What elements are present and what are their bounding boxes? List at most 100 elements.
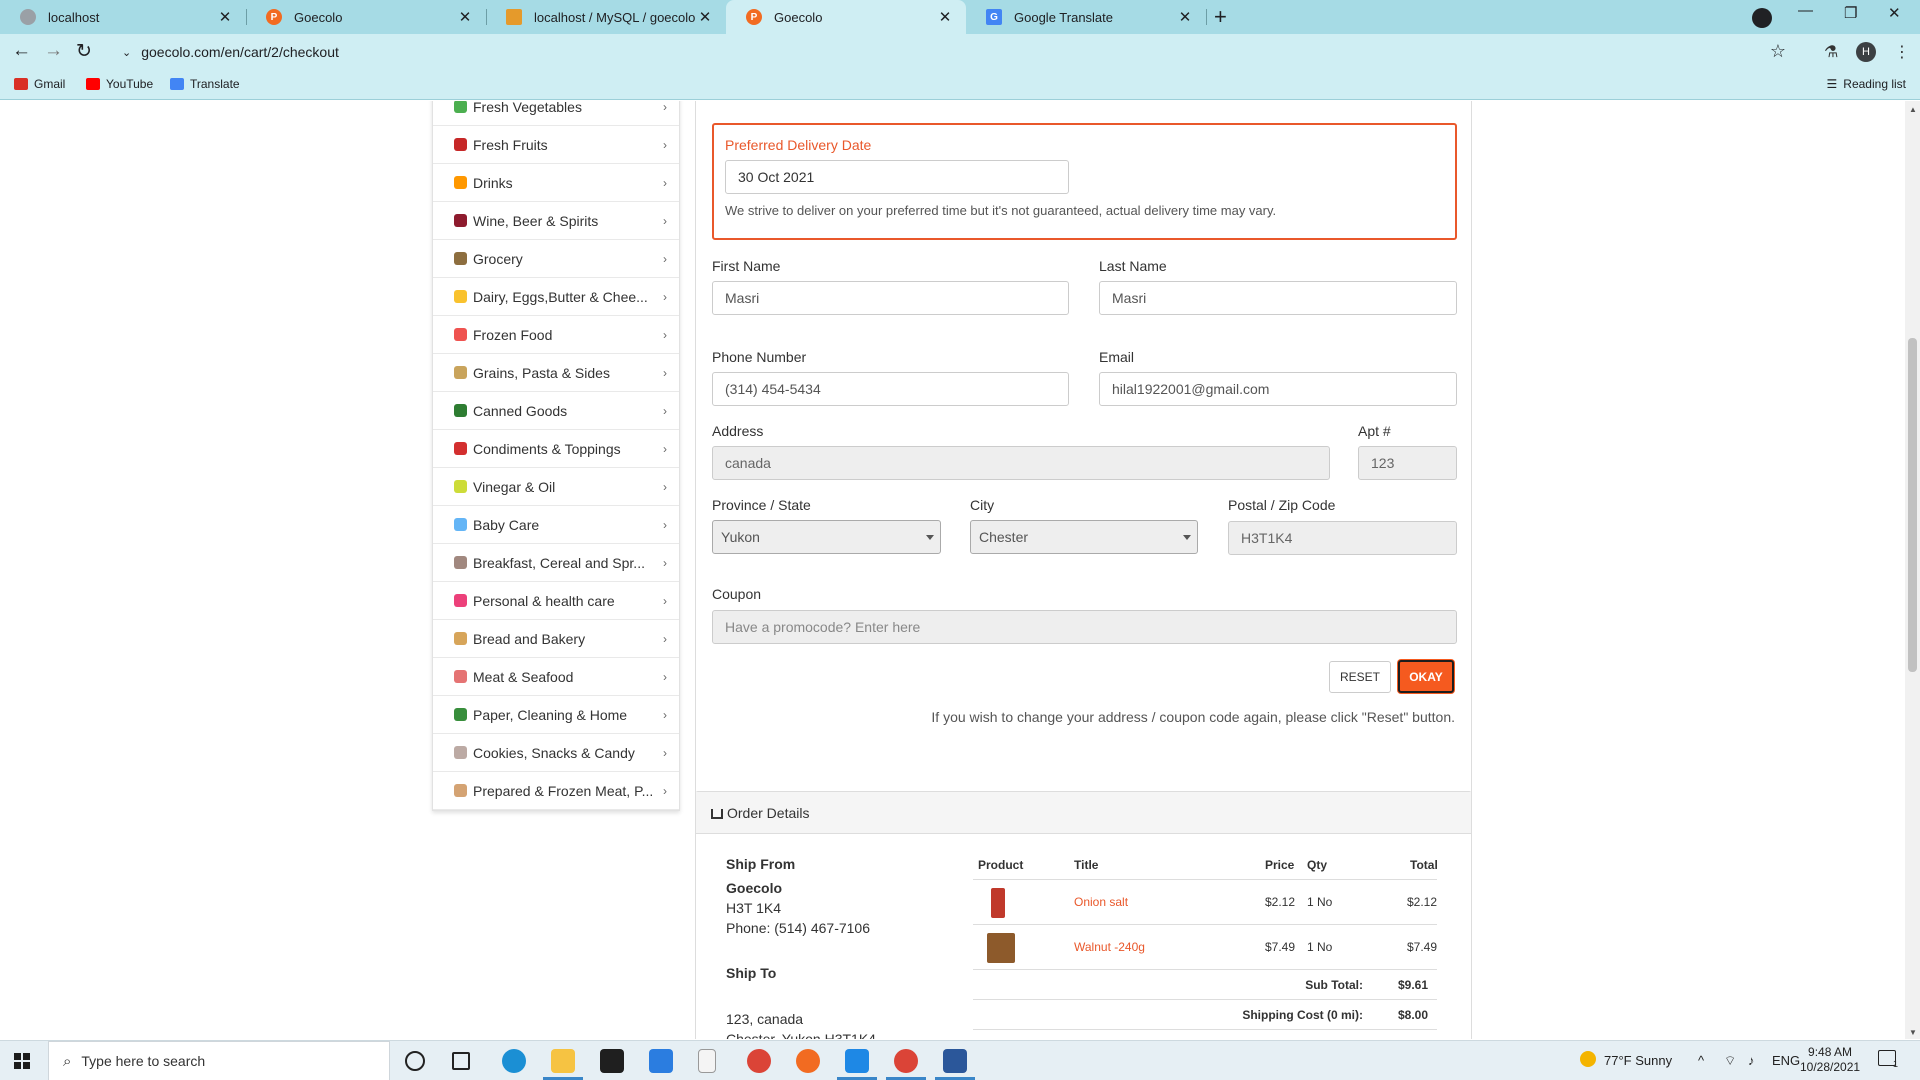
last-name-field[interactable]: Masri xyxy=(1099,281,1457,315)
scroll-up-icon[interactable]: ▲ xyxy=(1909,105,1917,114)
network-icon[interactable]: ⌔ xyxy=(1724,1053,1736,1069)
volume-icon[interactable]: ♪ xyxy=(1748,1053,1755,1068)
language-indicator[interactable]: ENG xyxy=(1772,1053,1800,1068)
profile-avatar[interactable]: H xyxy=(1856,42,1876,62)
clock-date: 10/28/2021 xyxy=(1800,1060,1861,1074)
bookmark-translate[interactable]: Translate xyxy=(170,77,240,91)
reload-icon[interactable]: ↻ xyxy=(76,40,92,63)
close-icon[interactable]: ✕ xyxy=(456,8,474,26)
category-icon xyxy=(454,138,467,151)
address-field[interactable]: canada xyxy=(712,446,1330,480)
restore-icon[interactable]: ❐ xyxy=(1844,4,1857,22)
close-window-icon[interactable]: ✕ xyxy=(1888,4,1901,22)
bookmark-gmail[interactable]: Gmail xyxy=(14,77,65,91)
postal-field[interactable]: H3T1K4 xyxy=(1228,521,1457,555)
chevron-up-icon[interactable]: ^ xyxy=(1698,1053,1704,1068)
product-thumbnail[interactable] xyxy=(991,888,1005,918)
tab-phpmyadmin[interactable]: localhost / MySQL / goecolo / st ✕ xyxy=(486,0,726,34)
file-explorer-icon[interactable] xyxy=(551,1049,575,1073)
chrome-icon[interactable] xyxy=(747,1049,771,1073)
category-item[interactable]: Fresh Vegetables › xyxy=(433,101,679,126)
tab-goecolo-active[interactable]: P Goecolo ✕ xyxy=(726,0,966,34)
postman-icon[interactable] xyxy=(796,1049,820,1073)
category-item[interactable]: Paper, Cleaning & Home › xyxy=(433,696,679,734)
taskbar-search[interactable]: ⌕ Type here to search xyxy=(48,1041,390,1080)
vscode-icon[interactable] xyxy=(845,1049,869,1073)
product-thumbnail[interactable] xyxy=(987,933,1015,963)
category-label: Prepared & Frozen Meat, P... xyxy=(473,782,654,799)
category-item[interactable]: Drinks › xyxy=(433,164,679,202)
close-icon[interactable]: ✕ xyxy=(696,8,714,26)
address-bar[interactable]: ⌄ goecolo.com/en/cart/2/checkout ☆ xyxy=(110,38,1794,66)
page-scrollbar[interactable]: ▲ ▼ xyxy=(1905,101,1920,1039)
apt-field[interactable]: 123 xyxy=(1358,446,1457,480)
reset-button[interactable]: RESET xyxy=(1329,661,1391,693)
store-icon[interactable] xyxy=(600,1049,624,1073)
category-item[interactable]: Cookies, Snacks & Candy › xyxy=(433,734,679,772)
cortana-icon[interactable] xyxy=(405,1051,425,1071)
edge-icon[interactable] xyxy=(502,1049,526,1073)
category-item[interactable]: Grocery › xyxy=(433,240,679,278)
bookmark-youtube[interactable]: YouTube xyxy=(86,77,153,91)
chevron-right-icon: › xyxy=(663,555,667,570)
close-icon[interactable]: ✕ xyxy=(216,8,234,26)
scroll-down-icon[interactable]: ▼ xyxy=(1909,1028,1917,1037)
tab-localhost[interactable]: localhost ✕ xyxy=(0,0,246,34)
category-item[interactable]: Dairy, Eggs,Butter & Chee... › xyxy=(433,278,679,316)
forward-icon[interactable]: → xyxy=(44,40,63,62)
url-text[interactable]: goecolo.com/en/cart/2/checkout xyxy=(141,44,339,60)
product-title-link[interactable]: Walnut -240g xyxy=(1074,940,1145,954)
category-item[interactable]: Baby Care › xyxy=(433,506,679,544)
taskbar-clock[interactable]: 9:48 AM 10/28/2021 xyxy=(1800,1045,1860,1075)
mail-icon[interactable] xyxy=(649,1049,673,1073)
back-icon[interactable]: ← xyxy=(12,40,31,62)
close-icon[interactable]: ✕ xyxy=(1176,8,1194,26)
category-item[interactable]: Fresh Fruits › xyxy=(433,126,679,164)
notepad-icon[interactable] xyxy=(698,1049,716,1073)
reading-list-button[interactable]: ☰ Reading list xyxy=(1827,77,1906,91)
first-name-field[interactable]: Masri xyxy=(712,281,1069,315)
chevron-down-icon[interactable]: ⌄ xyxy=(122,46,131,59)
table-row: Onion salt $2.12 1 No $2.12 xyxy=(973,880,1437,925)
phone-field[interactable]: (314) 454-5434 xyxy=(712,372,1069,406)
tab-goecolo-1[interactable]: P Goecolo ✕ xyxy=(246,0,486,34)
category-item[interactable]: Breakfast, Cereal and Spr... › xyxy=(433,544,679,582)
category-item[interactable]: Vinegar & Oil › xyxy=(433,468,679,506)
windows-start-icon[interactable] xyxy=(14,1053,30,1069)
coupon-input[interactable]: Have a promocode? Enter here xyxy=(712,610,1457,644)
category-item[interactable]: Meat & Seafood › xyxy=(433,658,679,696)
menu-kebab-icon[interactable]: ⋮ xyxy=(1894,42,1910,62)
chevron-right-icon: › xyxy=(663,175,667,190)
new-tab-button[interactable]: + xyxy=(1214,4,1227,30)
category-item[interactable]: Prepared & Frozen Meat, P... › xyxy=(433,772,679,810)
subtotal-value: $9.61 xyxy=(1397,978,1428,992)
delivery-date-input[interactable]: 30 Oct 2021 xyxy=(725,160,1069,194)
category-label: Grocery xyxy=(473,250,523,267)
category-item[interactable]: Bread and Bakery › xyxy=(433,620,679,658)
product-title-link[interactable]: Onion salt xyxy=(1074,895,1128,909)
category-item[interactable]: Personal & health care › xyxy=(433,582,679,620)
category-item[interactable]: Canned Goods › xyxy=(433,392,679,430)
order-details-header: Order Details xyxy=(696,792,1471,834)
scrollbar-thumb[interactable] xyxy=(1908,338,1917,672)
category-item[interactable]: Grains, Pasta & Sides › xyxy=(433,354,679,392)
category-item[interactable]: Condiments & Toppings › xyxy=(433,430,679,468)
okay-button[interactable]: OKAY xyxy=(1398,660,1454,693)
weather-icon[interactable] xyxy=(1580,1051,1596,1067)
word-icon[interactable] xyxy=(943,1049,967,1073)
category-icon xyxy=(454,442,467,455)
category-item[interactable]: Frozen Food › xyxy=(433,316,679,354)
bookmark-star-icon[interactable]: ☆ xyxy=(1770,41,1786,62)
weather-text[interactable]: 77°F Sunny xyxy=(1604,1053,1672,1068)
chrome-profile-icon[interactable] xyxy=(894,1049,918,1073)
close-icon[interactable]: ✕ xyxy=(936,8,954,26)
minimize-icon[interactable]: — xyxy=(1798,2,1813,19)
category-item[interactable]: Wine, Beer & Spirits › xyxy=(433,202,679,240)
province-select[interactable]: Yukon xyxy=(712,520,941,554)
extensions-icon[interactable]: ⚗ xyxy=(1824,42,1838,62)
tab-search-icon[interactable] xyxy=(1752,8,1772,28)
task-view-icon[interactable] xyxy=(452,1052,470,1070)
city-select[interactable]: Chester xyxy=(970,520,1198,554)
tab-google-translate[interactable]: G Google Translate ✕ xyxy=(966,0,1206,34)
email-field[interactable]: hilal1922001@gmail.com xyxy=(1099,372,1457,406)
